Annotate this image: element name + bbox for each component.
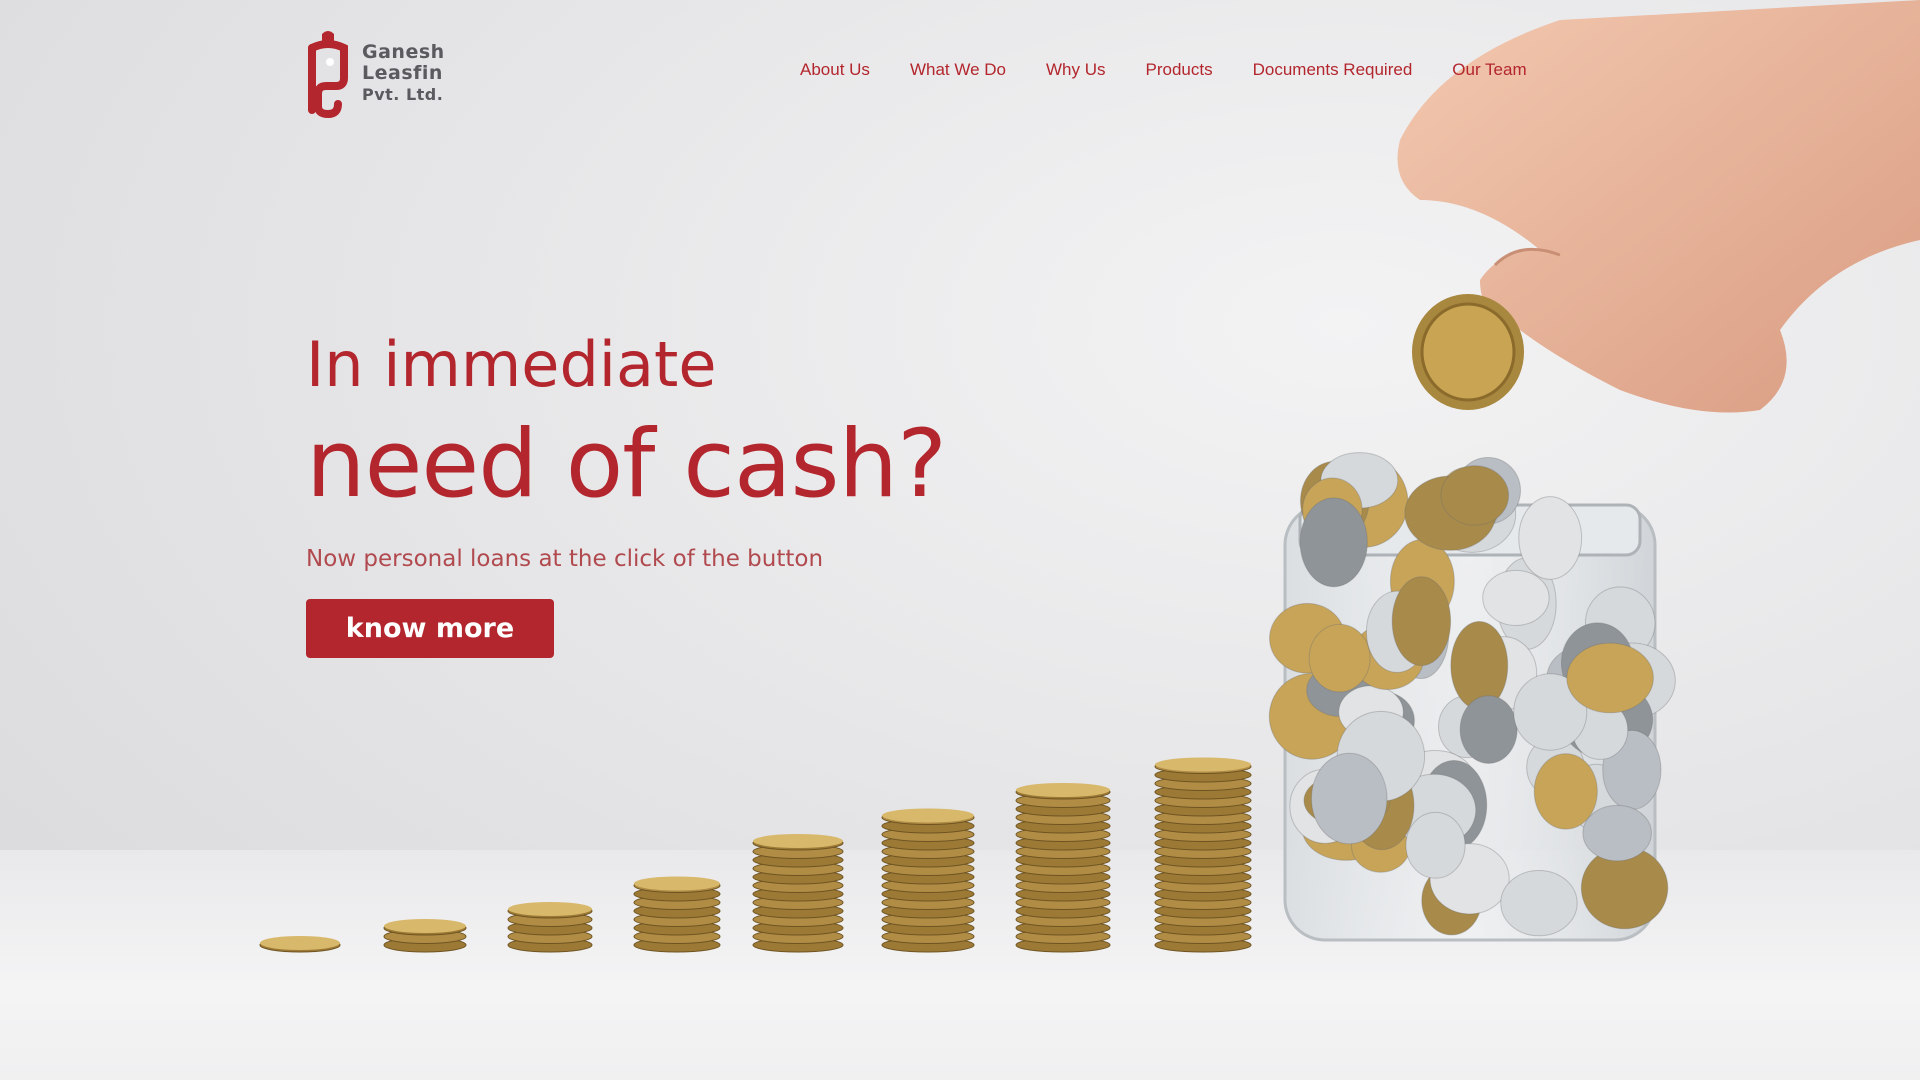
site-header: Ganesh Leasfin Pvt. Ltd. About Us What W… [0,0,1920,150]
brand-name-line1: Ganesh [362,40,445,63]
brand-logo[interactable]: Ganesh Leasfin Pvt. Ltd. [304,28,445,118]
hero-section: In immediate need of cash? Now personal … [306,320,947,572]
main-nav: About Us What We Do Why Us Products Docu… [800,60,1527,80]
ganesh-logo-icon [308,31,348,118]
nav-why-us[interactable]: Why Us [1046,60,1106,80]
hero-headline-line1: In immediate [306,328,717,401]
brand-name-line2: Leasfin [362,61,443,84]
falling-coin [1412,294,1524,410]
hero-headline-line2: need of cash? [306,410,947,519]
nav-about-us[interactable]: About Us [800,60,870,80]
nav-what-we-do[interactable]: What We Do [910,60,1006,80]
nav-products[interactable]: Products [1146,60,1213,80]
table-surface [0,850,1920,1080]
nav-our-team[interactable]: Our Team [1452,60,1526,80]
brand-name: Ganesh Leasfin Pvt. Ltd. [362,40,445,105]
know-more-button[interactable]: know more [306,599,554,658]
brand-name-line3: Pvt. Ltd. [362,84,444,104]
hero-subtitle: Now personal loans at the click of the b… [306,546,824,572]
nav-documents-required[interactable]: Documents Required [1253,60,1413,80]
